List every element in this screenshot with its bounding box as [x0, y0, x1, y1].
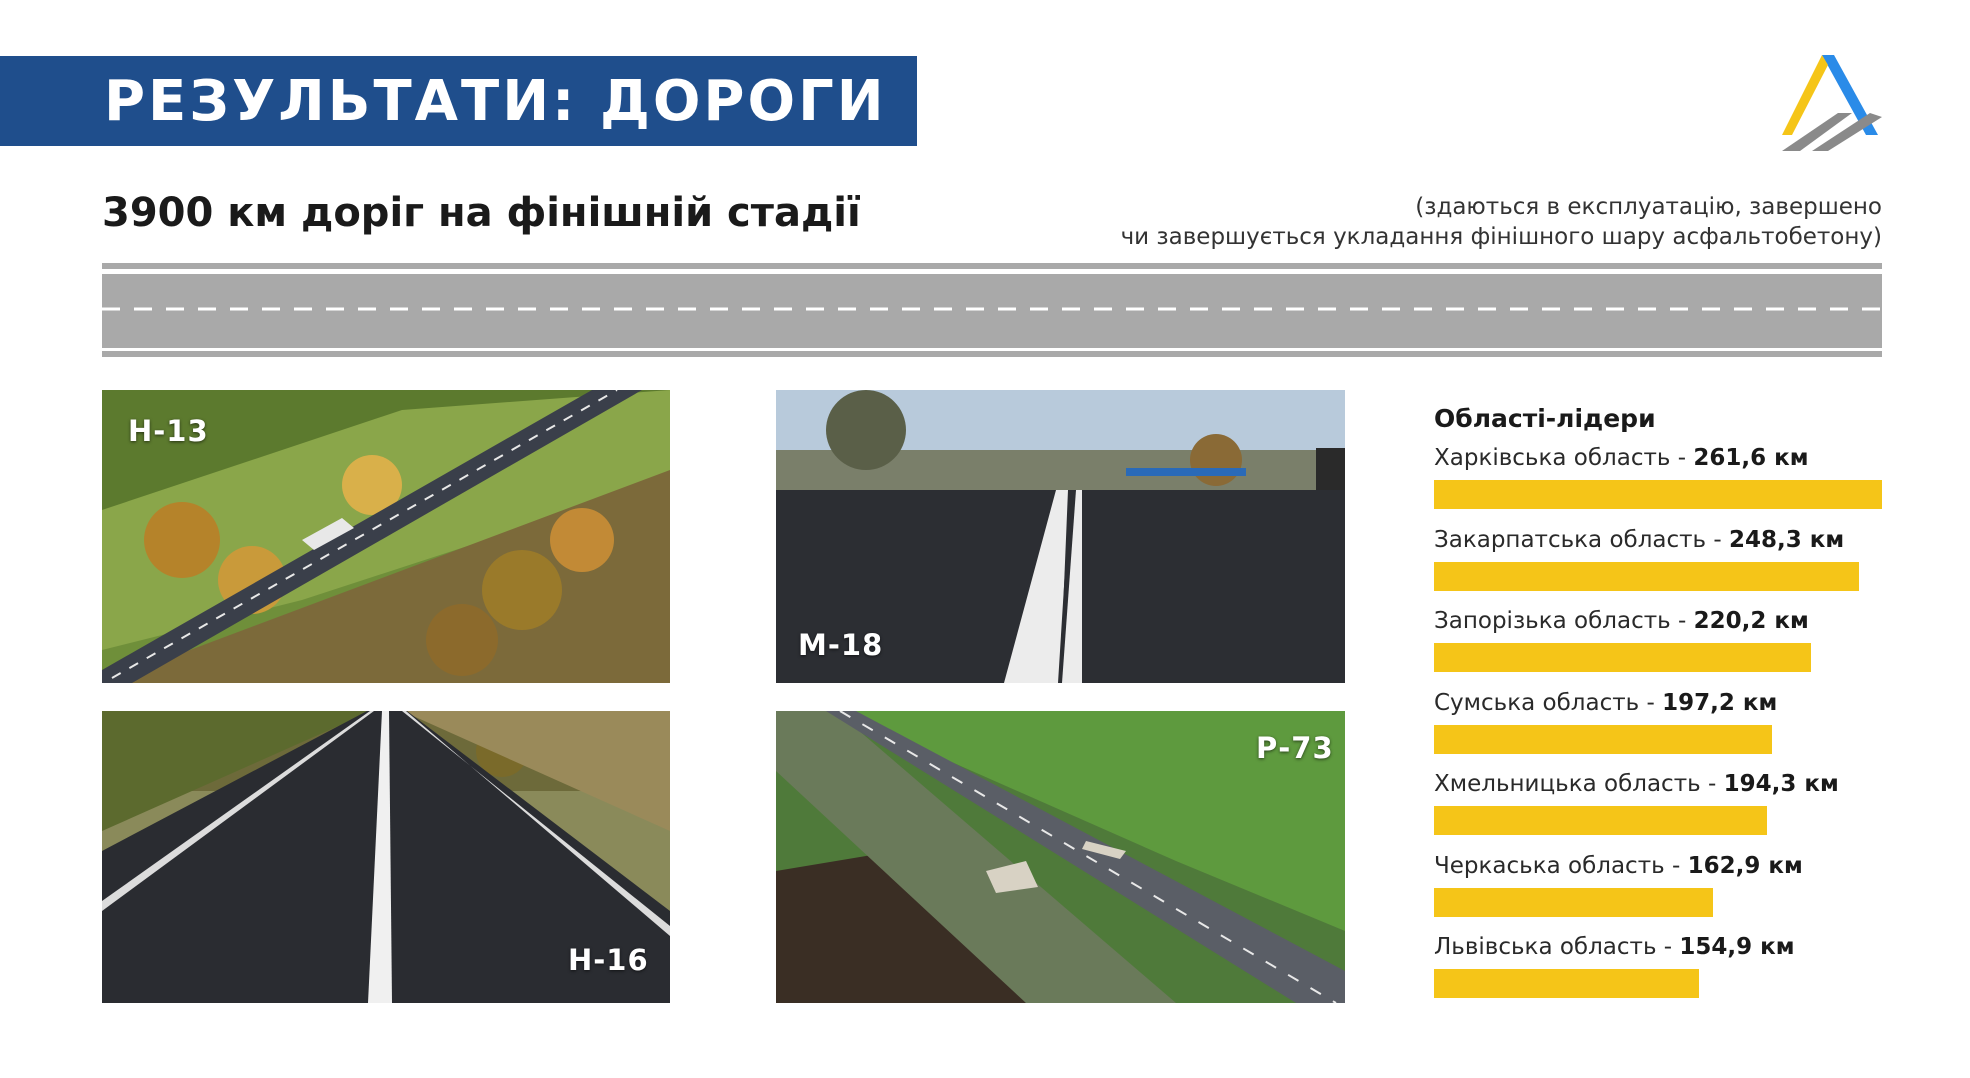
bar-label-separator: -	[1656, 934, 1680, 960]
bar-label: Хмельницька область - 194,3 км	[1434, 768, 1882, 800]
page-title: РЕЗУЛЬТАТИ: ДОРОГИ	[104, 69, 887, 134]
bar	[1434, 724, 1772, 754]
page-subtitle: 3900 км доріг на фінішній стадії	[102, 190, 861, 236]
bar	[1434, 561, 1859, 591]
bar-value-label: 194,3 км	[1723, 771, 1839, 797]
road-photo-h16: Н-16	[102, 711, 670, 1003]
bar-label-separator: -	[1639, 689, 1663, 716]
subtitle-note: (здаються в експлуатацію, завершено чи з…	[1062, 192, 1882, 252]
bar-value-label: 248,3 км	[1729, 526, 1845, 553]
bar-value-label: 154,9 км	[1679, 934, 1795, 960]
bar-label-separator: -	[1670, 445, 1694, 471]
road-photo-h13: Н-13	[102, 390, 670, 683]
bar-label-separator: -	[1706, 526, 1730, 553]
bar-label: Львівська область - 154,9 км	[1434, 931, 1882, 963]
chart-title: Області-лідери	[1434, 404, 1656, 433]
photo-label-m18: М-18	[798, 628, 884, 662]
bar-row: Черкаська область - 162,9 км	[1434, 850, 1882, 920]
bar	[1434, 480, 1882, 509]
photo-label-h16: Н-16	[568, 943, 649, 977]
bar-value-label: 162,9 км	[1687, 852, 1803, 879]
bar-row: Запорізька область - 220,2 км	[1434, 605, 1882, 675]
bar	[1434, 969, 1699, 998]
note-line-1: (здаються в експлуатацію, завершено	[1415, 194, 1882, 220]
bar-row: Закарпатська область - 248,3 км	[1434, 524, 1882, 594]
bar-value-label: 261,6 км	[1693, 445, 1809, 471]
bar-category-label: Закарпатська область	[1434, 526, 1707, 553]
note-line-2: чи завершується укладання фінішного шару…	[1120, 224, 1882, 250]
bar-label: Запорізька область - 220,2 км	[1434, 605, 1882, 637]
bar-row: Харківська область - 261,6 км	[1434, 442, 1882, 512]
road-photo-m18: М-18	[776, 390, 1345, 683]
bar-label: Харківська область - 261,6 км	[1434, 442, 1882, 474]
bar-category-label: Черкаська область	[1434, 852, 1665, 879]
bar-label-separator: -	[1670, 608, 1694, 634]
bar-label-separator: -	[1664, 852, 1688, 879]
bar-value-label: 197,2 км	[1662, 689, 1778, 716]
bar	[1434, 806, 1767, 835]
photo-label-h13: Н-13	[128, 414, 209, 448]
bar-category-label: Хмельницька область	[1434, 771, 1701, 797]
road-photo-p73: Р-73	[776, 711, 1345, 1003]
bar-value-label: 220,2 км	[1693, 608, 1809, 634]
bar	[1434, 887, 1713, 917]
bar-row: Хмельницька область - 194,3 км	[1434, 768, 1882, 838]
bar-label-separator: -	[1700, 771, 1724, 797]
bar-category-label: Львівська область	[1434, 934, 1657, 960]
bar	[1434, 643, 1811, 672]
bar-row: Сумська область - 197,2 км	[1434, 687, 1882, 757]
bar-label: Сумська область - 197,2 км	[1434, 687, 1882, 719]
photo-label-p73: Р-73	[1256, 731, 1334, 765]
bar-row: Львівська область - 154,9 км	[1434, 931, 1882, 1001]
bar-label: Черкаська область - 162,9 км	[1434, 850, 1882, 882]
bar-category-label: Запорізька область	[1434, 608, 1671, 634]
bar-category-label: Харківська область	[1434, 445, 1671, 471]
road-agency-logo-icon	[1782, 55, 1882, 151]
road-divider-graphic	[102, 263, 1882, 357]
bar-label: Закарпатська область - 248,3 км	[1434, 524, 1882, 556]
bar-category-label: Сумська область	[1434, 689, 1640, 716]
